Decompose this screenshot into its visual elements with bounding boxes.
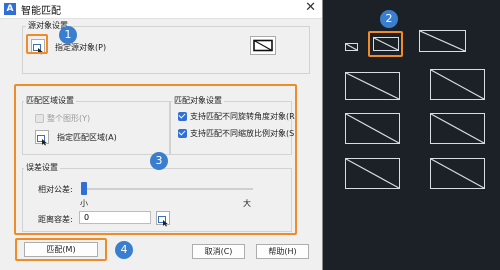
title-bar: A 智能匹配 ✕ <box>0 0 322 19</box>
diagonal-line <box>420 31 465 51</box>
step-badge-4: 4 <box>115 241 133 259</box>
cancel-button[interactable]: 取消(C) <box>192 244 245 259</box>
step-badge-2: 2 <box>380 10 398 28</box>
diagonal-line <box>431 70 484 99</box>
canvas-rectangle[interactable] <box>430 69 485 100</box>
highlight-match-button <box>15 238 107 261</box>
dialog-title: 智能匹配 <box>21 6 61 17</box>
diagonal-line <box>431 159 484 188</box>
diagonal-line <box>346 114 399 143</box>
canvas-rectangle[interactable] <box>345 72 400 100</box>
canvas-rectangle[interactable] <box>345 158 400 189</box>
canvas-rectangle[interactable] <box>430 113 485 144</box>
canvas-rectangle[interactable] <box>345 113 400 144</box>
step-badge-1: 1 <box>59 26 77 44</box>
canvas-rectangle[interactable] <box>430 158 485 189</box>
diagonal-line <box>374 38 398 50</box>
canvas-selected-rectangle[interactable] <box>373 37 399 51</box>
app-icon: A <box>4 3 16 15</box>
source-preview <box>250 36 276 55</box>
diagonal-line <box>431 114 484 143</box>
preview-rectangle-icon <box>253 39 273 52</box>
close-icon[interactable]: ✕ <box>305 0 316 15</box>
canvas-small-rectangle[interactable] <box>345 43 358 51</box>
step-badge-3: 3 <box>150 152 168 170</box>
canvas-rectangle[interactable] <box>419 30 466 52</box>
highlight-pick-source <box>26 34 48 54</box>
diagonal-line <box>346 44 357 50</box>
specify-source-label: 指定源对象(P) <box>55 43 107 52</box>
diagonal-line <box>346 159 399 188</box>
diagonal-line <box>346 73 399 99</box>
help-button[interactable]: 帮助(H) <box>256 244 309 259</box>
